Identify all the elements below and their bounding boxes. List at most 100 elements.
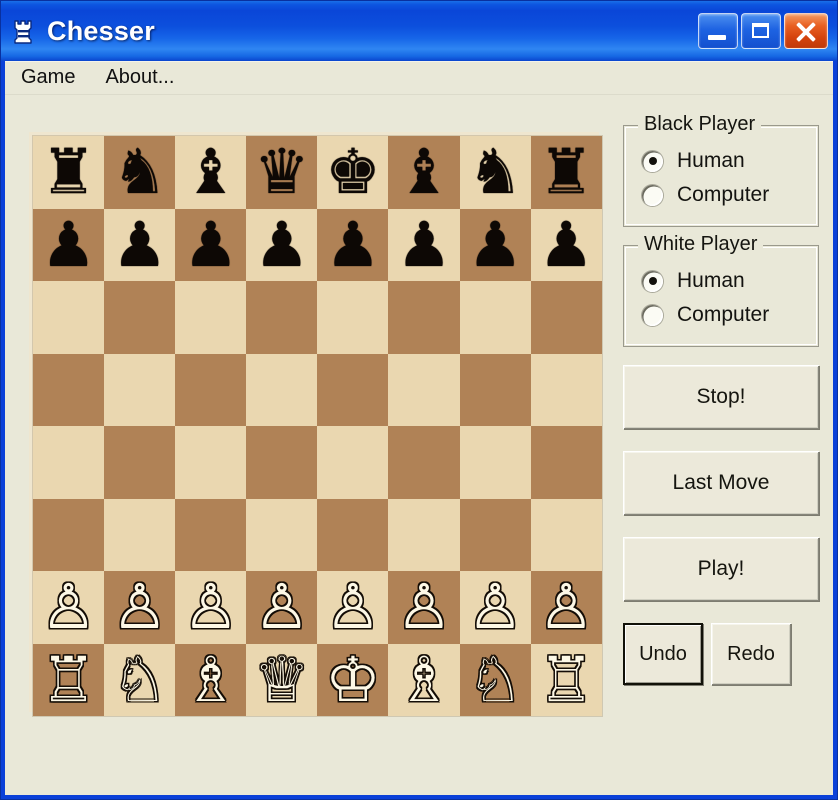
board-square-d2[interactable]: ♙ xyxy=(246,571,318,644)
chess-piece-p[interactable]: ♟ xyxy=(112,213,168,276)
board-square-e6[interactable] xyxy=(317,281,389,354)
board-square-b4[interactable] xyxy=(104,426,176,499)
radio-white-human[interactable] xyxy=(642,270,663,292)
board-square-e8[interactable]: ♚ xyxy=(317,136,389,209)
chess-piece-N[interactable]: ♘ xyxy=(112,648,168,711)
menu-item-game[interactable]: Game xyxy=(21,65,89,91)
board-square-c7[interactable]: ♟ xyxy=(175,208,247,281)
board-square-e7[interactable]: ♟ xyxy=(317,208,389,281)
chess-piece-p[interactable]: ♟ xyxy=(538,213,594,276)
chess-piece-P[interactable]: ♙ xyxy=(112,576,168,638)
board-square-d3[interactable] xyxy=(246,498,318,571)
board-square-c2[interactable]: ♙ xyxy=(175,571,247,644)
board-square-c1[interactable]: ♗ xyxy=(175,643,247,716)
board-square-f5[interactable] xyxy=(388,353,460,426)
board-square-d6[interactable] xyxy=(246,281,318,354)
chess-piece-p[interactable]: ♟ xyxy=(467,213,523,276)
chess-piece-p[interactable]: ♟ xyxy=(183,213,239,276)
chess-piece-P[interactable]: ♙ xyxy=(396,576,452,638)
board-square-b6[interactable] xyxy=(104,281,176,354)
board-square-g8[interactable]: ♞ xyxy=(459,136,531,209)
menu-item-about[interactable]: About... xyxy=(105,65,188,91)
board-square-f4[interactable] xyxy=(388,426,460,499)
board-square-f7[interactable]: ♟ xyxy=(388,208,460,281)
board-square-d4[interactable] xyxy=(246,426,318,499)
board-square-a1[interactable]: ♖ xyxy=(33,643,105,716)
chess-piece-K[interactable]: ♔ xyxy=(325,648,381,711)
chess-piece-Q[interactable]: ♕ xyxy=(254,648,310,711)
board-square-g6[interactable] xyxy=(459,281,531,354)
radio-black-computer[interactable] xyxy=(642,184,663,206)
board-square-h6[interactable] xyxy=(530,281,602,354)
board-square-h7[interactable]: ♟ xyxy=(530,208,602,281)
board-square-h2[interactable]: ♙ xyxy=(530,571,602,644)
board-square-h1[interactable]: ♖ xyxy=(530,643,602,716)
chess-piece-N[interactable]: ♘ xyxy=(467,648,523,711)
board-square-a7[interactable]: ♟ xyxy=(33,208,105,281)
board-square-e5[interactable] xyxy=(317,353,389,426)
close-button[interactable] xyxy=(784,13,828,49)
board-square-e1[interactable]: ♔ xyxy=(317,643,389,716)
play-button[interactable]: Play! xyxy=(623,537,819,601)
chess-piece-P[interactable]: ♙ xyxy=(538,576,594,638)
board-square-g2[interactable]: ♙ xyxy=(459,571,531,644)
chess-piece-R[interactable]: ♖ xyxy=(41,648,97,711)
maximize-button[interactable] xyxy=(741,13,781,49)
chess-piece-P[interactable]: ♙ xyxy=(325,576,381,638)
chess-piece-b[interactable]: ♝ xyxy=(396,141,452,203)
board-square-d5[interactable] xyxy=(246,353,318,426)
board-square-g4[interactable] xyxy=(459,426,531,499)
black-player-computer-option[interactable]: Computer xyxy=(624,178,818,212)
board-square-b2[interactable]: ♙ xyxy=(104,571,176,644)
chess-piece-p[interactable]: ♟ xyxy=(41,213,97,276)
chess-piece-r[interactable]: ♜ xyxy=(538,141,594,203)
board-square-c5[interactable] xyxy=(175,353,247,426)
board-square-a2[interactable]: ♙ xyxy=(33,571,105,644)
board-square-b3[interactable] xyxy=(104,498,176,571)
stop-button[interactable]: Stop! xyxy=(623,365,819,429)
board-square-c4[interactable] xyxy=(175,426,247,499)
undo-button[interactable]: Undo xyxy=(623,623,703,685)
chess-piece-p[interactable]: ♟ xyxy=(396,213,452,276)
redo-button[interactable]: Redo xyxy=(711,623,791,685)
chess-board[interactable]: ♜ ♞ ♝ ♛ ♚ ♝ ♞ ♜ ♟ ♟ ♟ ♟ ♟ ♟ ♟ ♟ ♙ ♙ ♙ ♙ ♙ ♙ ♙ ♙ ♖ ♘ ♗ ♕ ♔ ♗ ♘ ♖ xyxy=(33,136,602,716)
board-square-d7[interactable]: ♟ xyxy=(246,208,318,281)
board-square-d8[interactable]: ♛ xyxy=(246,136,318,209)
chess-piece-P[interactable]: ♙ xyxy=(254,576,310,638)
radio-black-human[interactable] xyxy=(642,150,663,172)
board-square-b1[interactable]: ♘ xyxy=(104,643,176,716)
chess-piece-R[interactable]: ♖ xyxy=(538,648,594,711)
board-square-h4[interactable] xyxy=(530,426,602,499)
title-bar[interactable]: Chesser xyxy=(1,1,837,61)
board-square-e3[interactable] xyxy=(317,498,389,571)
chess-piece-n[interactable]: ♞ xyxy=(112,141,168,203)
chess-piece-p[interactable]: ♟ xyxy=(325,213,381,276)
chess-piece-n[interactable]: ♞ xyxy=(467,141,523,203)
chess-piece-k[interactable]: ♚ xyxy=(325,141,381,203)
board-square-h8[interactable]: ♜ xyxy=(530,136,602,209)
board-square-c8[interactable]: ♝ xyxy=(175,136,247,209)
board-square-a6[interactable] xyxy=(33,281,105,354)
board-square-b5[interactable] xyxy=(104,353,176,426)
board-square-h3[interactable] xyxy=(530,498,602,571)
board-square-c3[interactable] xyxy=(175,498,247,571)
board-square-f1[interactable]: ♗ xyxy=(388,643,460,716)
minimize-button[interactable] xyxy=(698,13,738,49)
board-square-f6[interactable] xyxy=(388,281,460,354)
chess-piece-q[interactable]: ♛ xyxy=(254,141,310,203)
chess-piece-B[interactable]: ♗ xyxy=(396,648,452,711)
board-square-f8[interactable]: ♝ xyxy=(388,136,460,209)
board-square-a3[interactable] xyxy=(33,498,105,571)
board-square-a4[interactable] xyxy=(33,426,105,499)
board-square-f2[interactable]: ♙ xyxy=(388,571,460,644)
board-square-e4[interactable] xyxy=(317,426,389,499)
board-square-b8[interactable]: ♞ xyxy=(104,136,176,209)
board-square-g3[interactable] xyxy=(459,498,531,571)
white-player-computer-option[interactable]: Computer xyxy=(624,298,818,332)
chess-piece-r[interactable]: ♜ xyxy=(41,141,97,203)
board-square-g5[interactable] xyxy=(459,353,531,426)
board-square-g1[interactable]: ♘ xyxy=(459,643,531,716)
board-square-h5[interactable] xyxy=(530,353,602,426)
board-square-d1[interactable]: ♕ xyxy=(246,643,318,716)
chess-piece-P[interactable]: ♙ xyxy=(467,576,523,638)
